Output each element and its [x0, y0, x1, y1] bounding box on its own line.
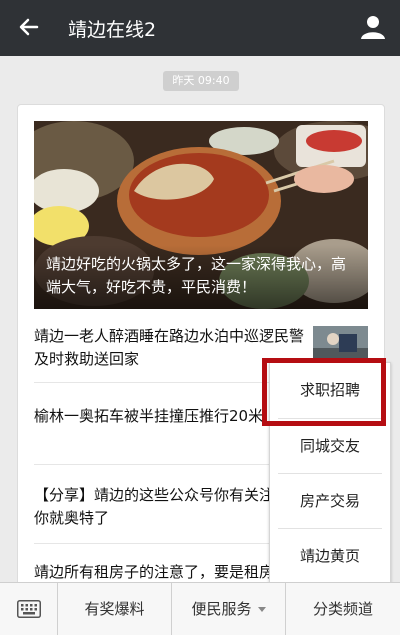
page-title: 靖边在线2	[68, 19, 157, 41]
tab-categories[interactable]: 分类频道	[286, 583, 400, 635]
triangle-down-icon	[257, 607, 266, 612]
tab-label: 有奖爆料	[84, 600, 145, 618]
tab-services[interactable]: 便民服务	[172, 583, 286, 635]
tab-label: 分类频道	[312, 600, 373, 618]
person-icon[interactable]	[360, 14, 386, 40]
timestamp: 昨天 09:40	[163, 71, 239, 91]
hero-caption: 靖边好吃的火锅太多了，这一家深得我心，高端大气，好吃不贵，平民消费！	[34, 245, 368, 309]
tab-label: 便民服务	[191, 600, 252, 618]
arrow-left-icon[interactable]	[16, 14, 42, 40]
tab-rewards-tipoff[interactable]: 有奖爆料	[58, 583, 172, 635]
bottom-menu-bar: 有奖爆料 便民服务 分类频道	[0, 582, 400, 635]
top-bar: 靖边在线2	[0, 0, 400, 56]
menu-item-dating[interactable]: 同城交友	[270, 419, 390, 473]
keyboard-toggle-button[interactable]	[0, 583, 58, 635]
hero-article[interactable]: 靖边好吃的火锅太多了，这一家深得我心，高端大气，好吃不贵，平民消费！	[34, 121, 368, 309]
menu-item-yellow-pages[interactable]: 靖边黄页	[270, 529, 390, 583]
article-thumbnail	[313, 326, 368, 362]
keyboard-icon	[17, 600, 41, 618]
highlight-box	[262, 358, 386, 426]
menu-item-real-estate[interactable]: 房产交易	[270, 474, 390, 528]
